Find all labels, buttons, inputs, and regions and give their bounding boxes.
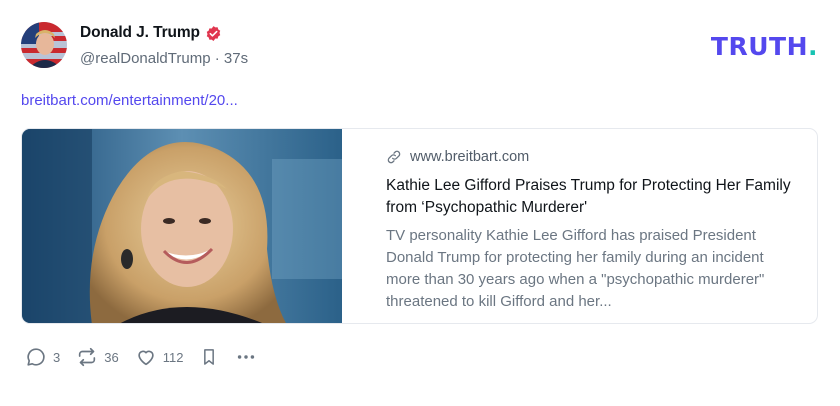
truth-logo[interactable]: TRUTH. [711,32,818,61]
retruth-icon [79,347,96,367]
logo-text: TRUTH [710,32,808,61]
card-thumbnail[interactable] [22,129,342,323]
author-handle[interactable]: @realDonaldTrump [80,50,211,67]
post-timestamp[interactable]: 37s [224,50,248,67]
avatar[interactable] [21,22,67,68]
card-body: www.breitbart.com Kathie Lee Gifford Pra… [342,129,817,323]
heart-icon [138,350,154,366]
author-meta: @realDonaldTrump · 37s [80,50,248,67]
author-display-name[interactable]: Donald J. Trump [80,24,200,42]
card-title[interactable]: Kathie Lee Gifford Praises Trump for Pro… [386,175,793,219]
verified-badge-icon [206,25,221,41]
reply-count: 3 [53,349,61,365]
author-name-row: Donald J. Trump [80,24,222,42]
like-button[interactable]: 112 [135,346,184,368]
more-button[interactable] [235,346,257,368]
reply-button[interactable]: 3 [25,346,60,368]
bookmark-icon [204,349,215,365]
link-preview-card[interactable]: www.breitbart.com Kathie Lee Gifford Pra… [21,128,818,324]
card-domain-row: www.breitbart.com [386,149,793,165]
logo-dot: . [808,32,818,61]
post-actions: 3 36 112 [25,346,273,368]
post-link[interactable]: breitbart.com/entertainment/20... [21,92,238,109]
meta-separator: · [214,50,224,67]
card-description: TV personality Kathie Lee Gifford has pr… [386,227,765,310]
card-domain: www.breitbart.com [410,149,530,165]
retruth-button[interactable]: 36 [76,346,119,368]
like-count: 112 [162,349,184,365]
bookmark-button[interactable] [199,346,219,368]
more-icon [238,355,255,359]
reply-icon [27,348,45,366]
retruth-count: 36 [104,349,119,365]
link-icon [387,150,401,164]
